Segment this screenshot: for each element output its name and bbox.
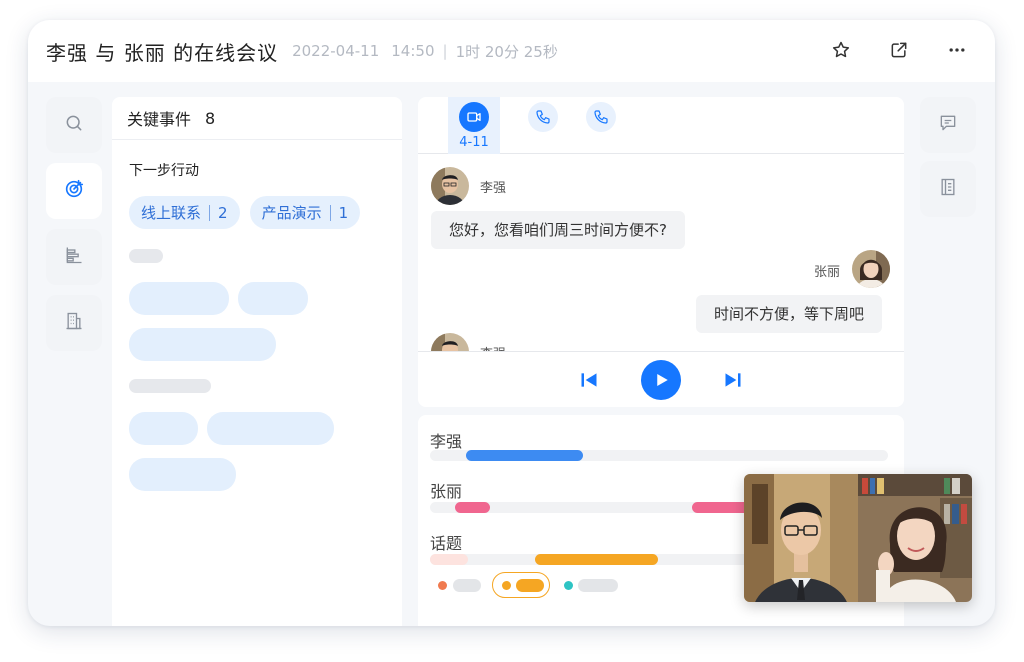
timeline-segment[interactable] xyxy=(692,502,752,513)
legend-pill[interactable] xyxy=(453,579,481,592)
document-icon xyxy=(938,177,958,201)
building-icon xyxy=(64,311,84,335)
chip-count: 1 xyxy=(338,203,349,222)
right-rail xyxy=(920,97,976,225)
chart-icon xyxy=(64,245,84,269)
chip-label: 线上联系 xyxy=(141,204,202,222)
tab-phone-call-2[interactable] xyxy=(575,97,627,154)
transcript-panel: 4-11 李强 您好，您看咱们周三时间方便不? 张丽 时间不方便，等下周吧 xyxy=(418,97,904,407)
tab-label: 4-11 xyxy=(459,135,489,150)
avatar-zhangli xyxy=(852,250,890,288)
rail-chart-button[interactable] xyxy=(46,229,102,285)
phone-icon xyxy=(586,102,616,132)
more-icon[interactable] xyxy=(945,38,969,62)
timeline-label: 话题 xyxy=(430,534,463,553)
speaker-name: 李强 xyxy=(480,343,506,351)
skeleton-chip xyxy=(207,412,334,445)
tab-phone-call-1[interactable] xyxy=(517,97,569,154)
meeting-title: 李强 与 张丽 的在线会议 xyxy=(46,40,279,65)
meeting-time: 14:50 xyxy=(391,42,435,60)
title-bar: 李强 与 张丽 的在线会议 2022-04-11 14:50 | 1时 20分 … xyxy=(28,20,995,82)
avatar-liqiang xyxy=(431,333,469,351)
video-frame-image xyxy=(744,474,972,602)
timeline-segment[interactable] xyxy=(430,554,468,565)
avatar-liqiang xyxy=(431,167,469,205)
search-icon xyxy=(64,113,84,137)
skeleton-line xyxy=(129,249,163,263)
video-icon xyxy=(459,102,489,132)
chip-divider xyxy=(329,204,331,221)
speaker-name: 张丽 xyxy=(814,265,841,280)
legend-dot xyxy=(438,581,447,590)
key-events-title: 关键事件 xyxy=(127,110,192,129)
skeleton-chip xyxy=(129,412,198,445)
meta-divider: | xyxy=(442,42,448,60)
legend-pill[interactable] xyxy=(578,579,618,592)
timeline-track[interactable] xyxy=(430,450,888,461)
video-preview[interactable] xyxy=(744,474,972,602)
timeline-label: 李强 xyxy=(430,432,463,451)
next-action-title: 下一步行动 xyxy=(129,163,199,179)
chip-count: 2 xyxy=(218,203,228,222)
legend-dot xyxy=(502,581,511,590)
playback-controls xyxy=(418,351,904,407)
skeleton-chip xyxy=(129,328,276,361)
target-icon xyxy=(63,178,85,204)
message-bubble: 您好，您看咱们周三时间方便不? xyxy=(431,211,685,249)
key-events-panel: 关键事件 8 下一步行动 线上联系 2 产品演示 1 xyxy=(112,97,402,626)
comment-icon xyxy=(938,113,958,137)
left-rail xyxy=(46,97,102,361)
meeting-duration: 1时 20分 25秒 xyxy=(455,42,558,61)
star-icon[interactable] xyxy=(829,38,853,62)
chip-divider xyxy=(209,204,211,221)
skip-forward-icon[interactable] xyxy=(723,370,743,390)
key-events-header: 关键事件 8 xyxy=(112,97,402,140)
skeleton-line xyxy=(129,379,211,393)
comments-button[interactable] xyxy=(920,97,976,153)
skip-back-icon[interactable] xyxy=(579,370,599,390)
skeleton-chip xyxy=(238,282,308,315)
share-icon[interactable] xyxy=(887,38,911,62)
skeleton-chip xyxy=(129,458,236,491)
chip-product-demo[interactable]: 产品演示 1 xyxy=(249,196,361,229)
timeline-label: 张丽 xyxy=(430,482,463,501)
next-action-chips: 线上联系 2 产品演示 1 xyxy=(129,196,402,229)
rail-building-button[interactable] xyxy=(46,295,102,351)
message-bubble: 时间不方便，等下周吧 xyxy=(696,295,883,333)
rail-target-button[interactable] xyxy=(46,163,102,219)
timeline-segment[interactable] xyxy=(535,554,658,565)
key-events-count: 8 xyxy=(205,108,216,128)
title-actions xyxy=(829,38,969,62)
notes-button[interactable] xyxy=(920,161,976,217)
chip-online-contact[interactable]: 线上联系 2 xyxy=(129,196,240,229)
timeline-segment[interactable] xyxy=(455,502,490,513)
play-icon[interactable] xyxy=(641,359,681,400)
timeline-segment[interactable] xyxy=(466,450,583,461)
chip-label: 产品演示 xyxy=(261,204,322,222)
legend-dot xyxy=(564,581,573,590)
rail-search-button[interactable] xyxy=(46,97,102,153)
speaker-name: 李强 xyxy=(480,181,507,196)
phone-icon xyxy=(528,102,558,132)
recording-tabs: 4-11 xyxy=(418,97,904,154)
message-list: 李强 您好，您看咱们周三时间方便不? 张丽 时间不方便，等下周吧 李强 xyxy=(418,155,904,351)
legend-pill[interactable] xyxy=(516,579,544,592)
skeleton-chip xyxy=(129,282,229,315)
meeting-date: 2022-04-11 xyxy=(292,42,380,60)
tab-video-recording[interactable]: 4-11 xyxy=(448,97,500,154)
